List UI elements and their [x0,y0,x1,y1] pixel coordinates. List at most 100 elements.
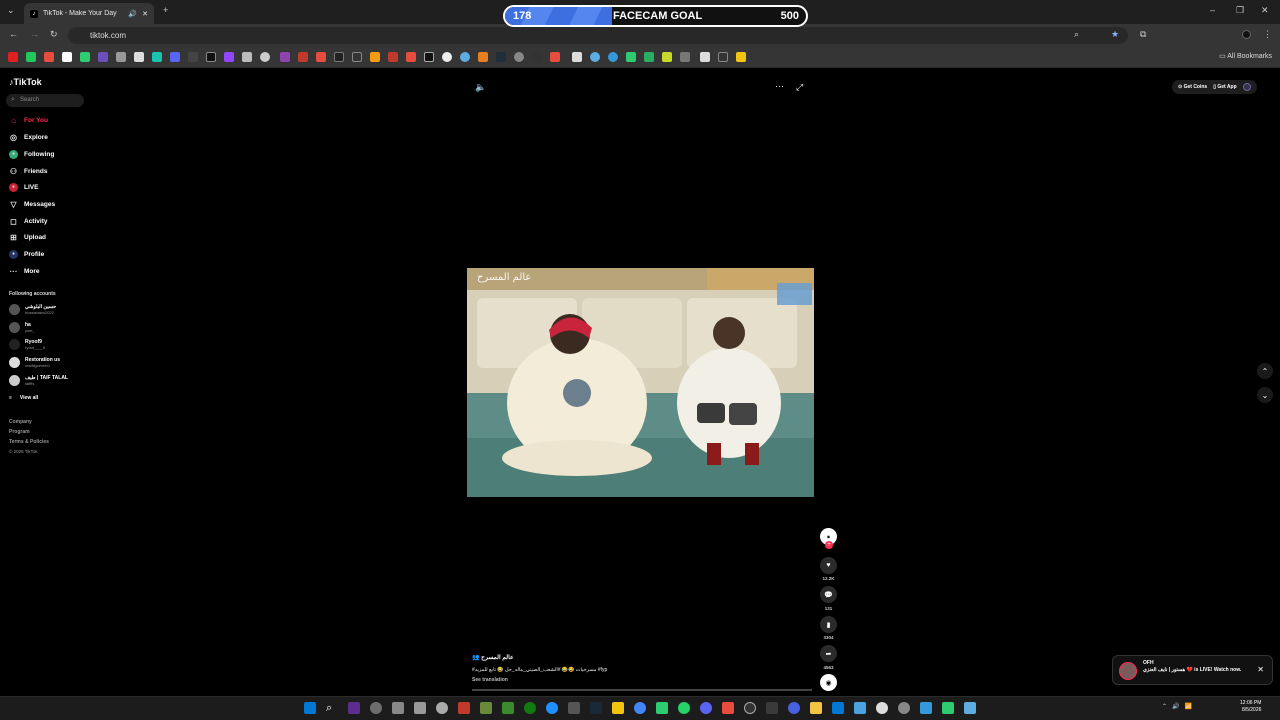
bookmark-icon[interactable] [608,52,618,62]
bookmark-icon[interactable] [700,52,710,62]
nav-following[interactable]: ● Following [9,149,54,159]
taskbar-app-icon[interactable] [876,702,888,714]
bookmark-icon[interactable] [188,52,198,62]
nav-profile[interactable]: ● Profile [9,249,44,259]
bookmark-icon[interactable] [80,52,90,62]
taskbar-app-icon[interactable] [854,702,866,714]
taskbar-app-icon[interactable] [568,702,580,714]
save-button[interactable]: ▮ [820,616,837,633]
bookmark-icon[interactable] [388,52,398,62]
fullscreen-icon[interactable]: ⤢ [796,82,803,93]
profile-avatar[interactable] [1242,30,1251,39]
taskbar-app-icon[interactable] [942,702,954,714]
taskbar-app-icon[interactable] [348,702,360,714]
user-avatar[interactable] [1242,83,1251,91]
bookmark-icon[interactable] [442,52,452,62]
taskbar-app-icon[interactable] [964,702,976,714]
nav-live[interactable]: ● LIVE [9,182,38,192]
see-translation-link[interactable]: See translation [472,677,508,683]
nav-friends[interactable]: ⚇ Friends [9,166,48,176]
bookmark-icon[interactable] [680,52,690,62]
taskbar-app-icon[interactable] [590,702,602,714]
search-input[interactable]: Search [6,94,84,107]
bookmark-icon[interactable] [98,52,108,62]
bookmark-icon[interactable] [718,52,728,62]
chrome-icon[interactable] [634,702,646,714]
bookmark-icon[interactable] [62,52,72,62]
footer-company[interactable]: Company [9,419,32,425]
bookmark-icon[interactable] [280,52,290,62]
footer-program[interactable]: Program [9,429,30,435]
taskbar-app-icon[interactable] [480,702,492,714]
nav-more[interactable]: ··· More [9,266,40,276]
address-bar[interactable]: tiktok.com [68,27,1128,44]
bookmark-icon[interactable] [44,52,54,62]
nav-activity[interactable]: ◻ Activity [9,216,47,226]
zoom-icon[interactable]: ⌕ [1074,29,1079,40]
tab-audio-icon[interactable]: 🔊 [128,10,137,18]
minimize-button[interactable]: – [1210,5,1215,15]
bookmark-icon[interactable] [352,52,362,62]
bookmark-icon[interactable] [572,52,582,62]
bookmark-icon[interactable] [26,52,36,62]
bookmark-icon[interactable] [242,52,252,62]
taskbar-app-icon[interactable] [524,702,536,714]
taskbar-app-icon[interactable] [546,702,558,714]
footer-terms[interactable]: Terms & Policies [9,439,49,445]
taskbar-app-icon[interactable] [458,702,470,714]
taskbar-app-icon[interactable] [722,702,734,714]
new-tab-button[interactable]: + [163,5,168,15]
tiktok-logo[interactable]: ♪TikTok [9,77,42,87]
settings-icon[interactable] [898,702,910,714]
bookmark-icon[interactable] [260,52,270,62]
taskbar-app-icon[interactable] [744,702,756,714]
bookmark-icon[interactable] [406,52,416,62]
taskbar-app-icon[interactable] [436,702,448,714]
search-icon[interactable]: ⌕ [326,702,338,714]
tab-menu-icon[interactable]: ⌄ [7,5,15,16]
bookmark-icon[interactable] [334,52,344,62]
live-notification[interactable]: OFH هستور | نايف العنزي 💔 is LIVE! Watch… [1112,655,1273,685]
bookmark-icon[interactable] [550,52,560,62]
following-account[interactable]: طيف | TAIF TALAL taifffs [9,375,68,386]
extensions-icon[interactable]: ⧉ [1140,29,1146,40]
music-disc-icon[interactable]: ◉ [820,674,837,691]
forward-icon[interactable]: → [30,29,39,39]
view-all-link[interactable]: ≡ View all [9,395,38,401]
taskbar-app-icon[interactable] [788,702,800,714]
bookmark-icon[interactable] [424,52,434,62]
browser-menu-icon[interactable]: ⋮ [1263,29,1272,40]
close-icon[interactable]: ✕ [1257,665,1264,674]
nav-explore[interactable]: ◎ Explore [9,132,48,142]
get-app-button[interactable]: ▯ Get App [1213,84,1236,90]
bookmark-icon[interactable] [152,52,162,62]
taskbar-app-icon[interactable] [832,702,844,714]
follow-plus-icon[interactable]: + [825,541,833,549]
video-progress-bar[interactable] [472,689,812,691]
bookmark-icon[interactable] [316,52,326,62]
following-account[interactable]: Ryoof9 ryoof____9 [9,339,45,350]
following-account[interactable]: حسين البلوشي hussainaxx2022 [9,304,56,315]
system-clock[interactable]: 12:06 PM 8/5/2026 [1240,700,1261,714]
comment-button[interactable]: 💬 [820,586,837,603]
bookmark-icon[interactable] [206,52,216,62]
taskbar-app-icon[interactable] [370,702,382,714]
following-account[interactable]: Restoration us restfilgcenter1 [9,357,60,368]
bookmark-icon[interactable] [134,52,144,62]
nav-messages[interactable]: ▽ Messages [9,199,55,209]
bookmark-icon[interactable] [460,52,470,62]
bookmark-icon[interactable] [224,52,234,62]
bookmark-star-icon[interactable]: ★ [1111,29,1119,40]
next-video-button[interactable]: ⌄ [1257,387,1273,403]
bookmark-icon[interactable] [370,52,380,62]
reload-icon[interactable]: ↻ [50,29,58,40]
system-tray[interactable]: ⌃ 🔊 📶 [1162,703,1192,710]
bookmark-icon[interactable] [736,52,746,62]
bookmark-icon[interactable] [478,52,488,62]
bookmark-icon[interactable] [170,52,180,62]
taskbar-app-icon[interactable] [700,702,712,714]
browser-tab[interactable]: ♪ TikTok - Make Your Day 🔊 ✕ [24,3,154,24]
start-icon[interactable] [304,702,316,714]
video-author[interactable]: 👥 عالم المسرح [472,654,514,661]
bookmark-icon[interactable] [8,52,18,62]
